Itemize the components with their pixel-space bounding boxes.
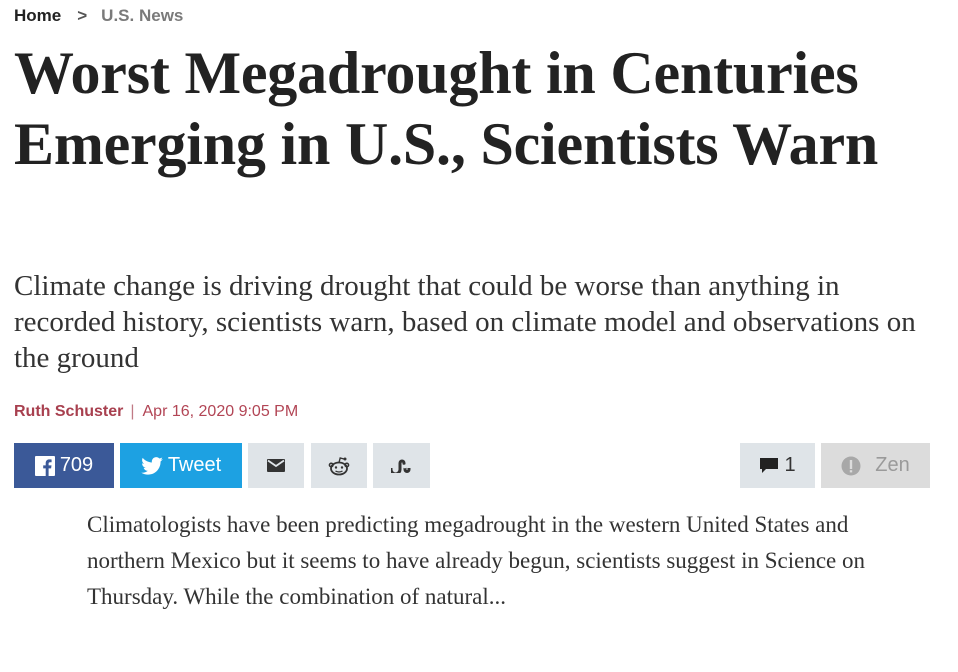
stumbleupon-share-button[interactable] <box>373 443 430 488</box>
author-link[interactable]: Ruth Schuster <box>14 403 123 421</box>
tweet-label: Tweet <box>167 454 222 476</box>
envelope-icon <box>267 459 285 472</box>
stumbleupon-icon <box>390 459 413 473</box>
twitter-bird-icon <box>141 456 163 475</box>
comments-button[interactable]: 1 <box>740 443 815 488</box>
article-excerpt: Climatologists have been predicting mega… <box>87 512 865 609</box>
comment-count: 1 <box>784 454 796 476</box>
breadcrumb: Home > U.S. News <box>14 6 183 26</box>
byline: Ruth Schuster | Apr 16, 2020 9:05 PM <box>14 401 298 423</box>
facebook-share-count: 709 <box>59 454 94 476</box>
tweet-button[interactable]: Tweet <box>120 443 242 488</box>
share-bar: 709 Tweet 1 Zen <box>14 443 930 488</box>
article-subhead: Climate change is driving drought that c… <box>14 270 916 374</box>
facebook-icon <box>34 455 55 476</box>
zen-info-icon <box>841 456 861 476</box>
breadcrumb-section-link[interactable]: U.S. News <box>101 6 183 26</box>
publish-date: Apr 16, 2020 9:05 PM <box>142 403 299 420</box>
byline-separator: | <box>130 403 135 420</box>
breadcrumb-home-link[interactable]: Home <box>14 6 61 26</box>
comment-bubble-icon <box>759 457 779 475</box>
article-headline: Worst Megadrought in Centuries Emerging … <box>14 40 879 177</box>
reddit-share-button[interactable] <box>311 443 367 488</box>
reddit-icon <box>328 456 350 476</box>
email-share-button[interactable] <box>248 443 304 488</box>
breadcrumb-separator: > <box>77 6 88 25</box>
facebook-share-button[interactable]: 709 <box>14 443 114 488</box>
zen-mode-button[interactable]: Zen <box>821 443 930 488</box>
zen-label: Zen <box>875 454 910 476</box>
